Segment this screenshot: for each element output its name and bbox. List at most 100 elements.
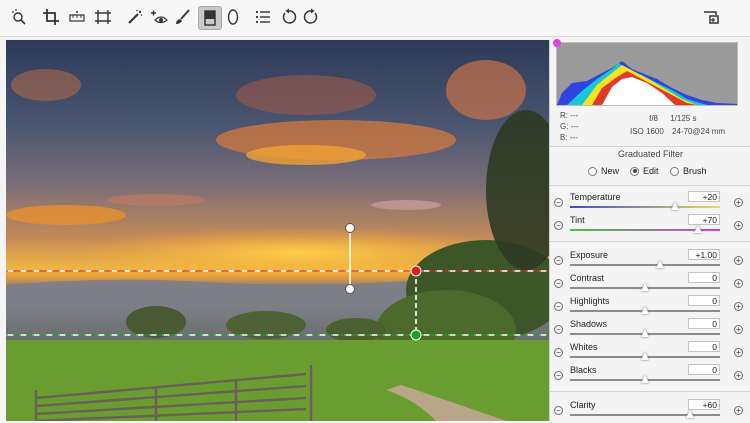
clarity-thumb[interactable] [686, 410, 694, 418]
clipping-marker[interactable] [553, 39, 561, 47]
decrease-icon[interactable]: − [554, 279, 563, 288]
increase-icon[interactable]: + [734, 348, 743, 357]
pixel-readout: R: --- G: --- B: --- f/8 1/125 s ISO 160… [558, 110, 743, 142]
filter-pin-green[interactable] [410, 329, 422, 341]
clarity-value-field[interactable]: +60 [688, 399, 720, 410]
whites-slider[interactable]: − Whites 0 + [550, 341, 750, 365]
shadows-slider[interactable]: − Shadows 0 + [550, 318, 750, 342]
toolbar [0, 0, 750, 37]
clarity-track[interactable] [570, 414, 720, 416]
blacks-thumb[interactable] [641, 375, 649, 383]
straighten-tool-icon[interactable] [66, 6, 88, 28]
panel-title: Graduated Filter [617, 149, 684, 159]
tint-thumb[interactable] [693, 225, 702, 233]
shadows-value-field[interactable]: 0 [688, 318, 720, 329]
decrease-icon[interactable]: − [554, 348, 563, 357]
exposure-label: Exposure [570, 250, 609, 260]
highlights-thumb[interactable] [641, 306, 649, 314]
rotate-handle-top[interactable] [345, 223, 355, 233]
whites-label: Whites [570, 342, 598, 352]
mode-brush-label: Brush [683, 166, 707, 176]
filter-mode-row: New Edit Brush [550, 166, 750, 180]
increase-icon[interactable]: + [734, 302, 743, 311]
increase-icon[interactable]: + [734, 221, 743, 230]
decrease-icon[interactable]: − [554, 221, 563, 230]
decrease-icon[interactable]: − [554, 325, 563, 334]
decrease-icon[interactable]: − [554, 302, 563, 311]
highlights-slider[interactable]: − Highlights 0 + [550, 295, 750, 319]
crop-tool-icon[interactable] [40, 6, 62, 28]
exposure-thumb[interactable] [656, 260, 664, 268]
contrast-value-field[interactable]: 0 [688, 272, 720, 283]
decrease-icon[interactable]: − [554, 256, 563, 265]
decrease-icon[interactable]: − [554, 371, 563, 380]
mode-new-radio[interactable]: New [588, 166, 619, 176]
toggle-fullscreen-icon[interactable] [700, 6, 722, 28]
graduated-filter-icon[interactable] [198, 6, 222, 30]
filter-pin-red[interactable] [410, 265, 422, 277]
readout-aperture: f/8 [649, 114, 658, 123]
readout-lens: 24-70@24 mm [672, 127, 726, 136]
readout-g: G: --- [560, 122, 579, 131]
zoom-tool-icon[interactable] [8, 6, 30, 28]
exposure-track[interactable] [570, 264, 720, 266]
mode-edit-label: Edit [643, 166, 659, 176]
mode-edit-radio[interactable]: Edit [630, 166, 659, 176]
increase-icon[interactable]: + [734, 325, 743, 334]
divider [550, 241, 750, 242]
blacks-label: Blacks [570, 365, 597, 375]
contrast-slider[interactable]: − Contrast 0 + [550, 272, 750, 296]
temperature-track[interactable] [570, 206, 720, 208]
rotate-left-icon[interactable] [278, 6, 300, 28]
red-eye-icon[interactable] [148, 6, 170, 28]
divider [550, 146, 750, 147]
clarity-label: Clarity [570, 400, 596, 410]
whites-value-field[interactable]: 0 [688, 341, 720, 352]
right-panel: R: --- G: --- B: --- f/8 1/125 s ISO 160… [549, 39, 750, 423]
contrast-thumb[interactable] [641, 283, 649, 291]
photo-canvas[interactable] [6, 40, 549, 421]
rotate-handle-bottom[interactable] [345, 284, 355, 294]
radial-filter-icon[interactable] [222, 6, 244, 28]
rotate-right-icon[interactable] [300, 6, 322, 28]
increase-icon[interactable]: + [734, 406, 743, 415]
temperature-slider[interactable]: − Temperature +20 + [550, 191, 750, 215]
increase-icon[interactable]: + [734, 279, 743, 288]
tint-slider[interactable]: − Tint +70 + [550, 214, 750, 238]
increase-icon[interactable]: + [734, 198, 743, 207]
blacks-slider[interactable]: − Blacks 0 + [550, 364, 750, 388]
readout-iso: ISO 1600 [630, 127, 664, 136]
temperature-label: Temperature [570, 192, 621, 202]
tint-label: Tint [570, 215, 585, 225]
blacks-value-field[interactable]: 0 [688, 364, 720, 375]
tint-value-field[interactable]: +70 [688, 214, 720, 225]
highlights-value-field[interactable]: 0 [688, 295, 720, 306]
temperature-value-field[interactable]: +20 [688, 191, 720, 202]
radio-dot [588, 166, 597, 176]
clarity-slider[interactable]: − Clarity +60 + [550, 399, 750, 423]
spot-removal-icon[interactable] [124, 6, 146, 28]
increase-icon[interactable]: + [734, 371, 743, 380]
adjustment-brush-icon[interactable] [172, 6, 194, 28]
shadows-thumb[interactable] [641, 329, 649, 337]
mode-brush-radio[interactable]: Brush [670, 166, 707, 176]
histogram [553, 39, 738, 106]
readout-r: R: --- [560, 111, 579, 120]
contrast-label: Contrast [570, 273, 605, 283]
exposure-slider[interactable]: − Exposure +1.00 + [550, 249, 750, 273]
increase-icon[interactable]: + [734, 256, 743, 265]
shadows-label: Shadows [570, 319, 608, 329]
radio-dot [670, 166, 679, 176]
highlights-label: Highlights [570, 296, 610, 306]
radio-dot [630, 166, 639, 176]
whites-thumb[interactable] [641, 352, 649, 360]
temperature-thumb[interactable] [671, 202, 679, 210]
mode-new-label: New [601, 166, 620, 176]
readout-shutter: 1/125 s [670, 114, 697, 123]
transform-tool-icon[interactable] [92, 6, 114, 28]
sunset-clouds [6, 60, 526, 275]
exposure-value-field[interactable]: +1.00 [688, 249, 720, 260]
preferences-list-icon[interactable] [252, 6, 274, 28]
decrease-icon[interactable]: − [554, 198, 563, 207]
decrease-icon[interactable]: − [554, 406, 563, 415]
